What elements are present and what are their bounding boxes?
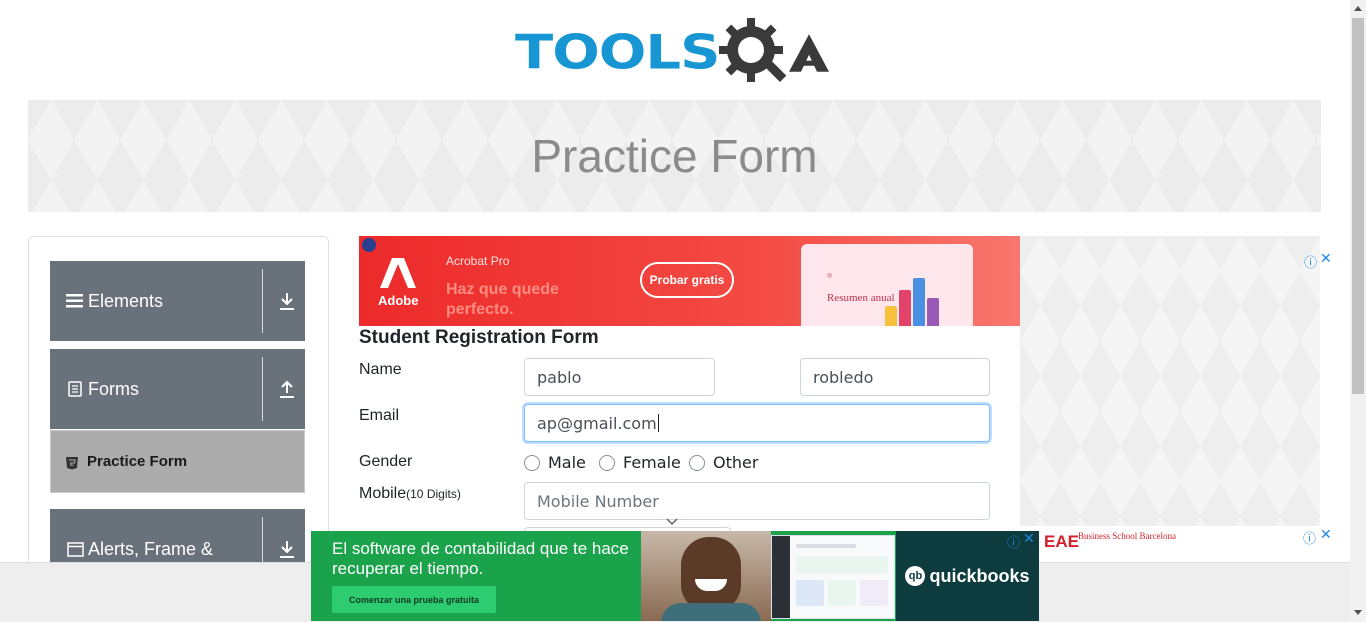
right-ad-slot[interactable] <box>1020 236 1320 526</box>
sidebar-group-label: Elements <box>88 290 164 311</box>
ad-product: Acrobat Pro <box>446 254 510 268</box>
gender-radio-other[interactable]: Other <box>689 453 758 472</box>
page: TOOLS QA Practice Form <box>0 0 1366 622</box>
dashboard-row <box>796 544 856 548</box>
last-name-input[interactable]: robledo <box>800 358 990 396</box>
divider <box>262 269 263 333</box>
mobile-hint: (10 Digits) <box>406 487 461 501</box>
last-name-value: robledo <box>813 367 874 387</box>
gender-label: Gender <box>359 453 413 470</box>
sidebar: Elements Forms Practice Form Alerts, Fra… <box>28 236 329 576</box>
adchoices-icon[interactable]: ⓘ <box>1303 528 1316 547</box>
ad-photo-shirt <box>661 603 761 621</box>
sidebar-item-practice-form[interactable]: Practice Form <box>50 430 305 493</box>
sidebar-group-forms[interactable]: Forms <box>50 349 305 429</box>
gender-radio-male[interactable]: Male <box>524 453 586 472</box>
logo-a-glyph <box>789 34 830 72</box>
close-icon[interactable]: ✕ <box>1320 251 1332 267</box>
toolsqa-logo[interactable]: TOOLS QA <box>515 16 830 90</box>
chart-bar <box>927 298 939 326</box>
quickbooks-ad[interactable]: El software de contabilidad que te hace … <box>311 531 1039 621</box>
html5-icon <box>65 455 79 469</box>
privacy-shield-icon[interactable] <box>362 238 376 252</box>
scrollbar-thumb[interactable] <box>1352 18 1364 394</box>
ad-cta-button[interactable]: Comenzar una prueba gratuita <box>332 586 496 613</box>
adobe-logo: Adobe <box>378 256 418 310</box>
chart-bar <box>899 290 911 326</box>
ad-card: ◎ Resumen anual <box>801 244 973 326</box>
adobe-brand-text: Adobe <box>378 293 419 308</box>
sidebar-group-label: Alerts, Frame & <box>88 538 214 559</box>
sidebar-item-label: Practice Form <box>87 453 188 470</box>
close-icon[interactable]: ✕ <box>1320 527 1332 543</box>
eae-ad[interactable]: EAE Business School Barcelona <box>1040 530 1336 558</box>
sidebar-group-elements[interactable]: Elements <box>50 261 305 341</box>
adchoices-icon[interactable]: ⓘ <box>1007 532 1020 551</box>
email-label: Email <box>359 407 400 424</box>
page-banner: Practice Form <box>28 100 1321 212</box>
first-name-value: pablo <box>537 367 582 387</box>
first-name-input[interactable]: pablo <box>524 358 715 396</box>
gear-magnifier-icon <box>719 18 787 83</box>
eae-subtitle: Business School Barcelona <box>1078 531 1176 541</box>
form-title: Student Registration Form <box>359 327 599 348</box>
mobile-input[interactable]: Mobile Number <box>524 482 990 520</box>
adobe-a-icon <box>380 258 416 288</box>
mobile-placeholder: Mobile Number <box>537 491 659 511</box>
window-icon <box>66 540 84 558</box>
ad-cta-button[interactable]: Probar gratis <box>640 262 734 298</box>
divider <box>262 357 263 421</box>
scroll-down-arrow-icon[interactable] <box>1354 610 1362 615</box>
quickbooks-brand: quickbooks <box>929 565 1030 586</box>
radio-label[interactable]: Female <box>623 453 681 472</box>
text-caret <box>657 414 659 432</box>
document-icon <box>66 380 84 398</box>
chart-bar <box>913 278 925 326</box>
radio-button[interactable] <box>599 454 615 471</box>
download-arrow-icon[interactable] <box>278 539 296 559</box>
chart-bar <box>885 306 897 326</box>
ad-dashboard-image <box>771 535 895 619</box>
radio-label[interactable]: Other <box>713 453 758 472</box>
hamburger-icon <box>66 292 84 310</box>
dashboard-row <box>828 580 856 606</box>
ad-headline: El software de contabilidad que te hace … <box>332 539 629 578</box>
mobile-label: Mobile(10 Digits) <box>359 485 461 503</box>
adobe-ad[interactable]: Adobe Acrobat Pro Haz que quede perfecto… <box>359 236 1020 326</box>
ad-card-title: Resumen anual <box>827 292 895 304</box>
dashboard-row <box>796 580 824 606</box>
mobile-label-text: Mobile <box>359 485 407 502</box>
vertical-scrollbar[interactable] <box>1350 0 1366 622</box>
dashboard-sidebar <box>772 536 790 618</box>
radio-label[interactable]: Male <box>548 453 586 472</box>
download-arrow-icon[interactable] <box>278 291 296 311</box>
sidebar-group-label: Forms <box>88 378 139 399</box>
name-label: Name <box>359 361 402 378</box>
dashboard-row <box>796 556 888 574</box>
radio-button[interactable] <box>689 454 705 471</box>
ad-card-logo: ◎ <box>827 273 833 279</box>
ad-tagline: Haz que quede perfecto. <box>446 281 559 318</box>
logo-qa-text: QA <box>789 33 830 74</box>
quickbooks-icon: qb <box>905 566 926 586</box>
email-input[interactable]: ap@gmail.com <box>524 404 990 442</box>
close-icon[interactable]: ✕ <box>1023 531 1035 547</box>
logo-tools-text: TOOLS <box>515 24 720 81</box>
chevron-down-icon <box>666 518 678 526</box>
gender-radio-female[interactable]: Female <box>599 453 681 472</box>
scroll-up-arrow-icon[interactable] <box>1354 6 1362 11</box>
page-title: Practice Form <box>531 130 818 182</box>
adchoices-icon[interactable]: ⓘ <box>1304 252 1317 271</box>
ad-photo-face <box>681 537 741 611</box>
eae-logo: EAE <box>1044 532 1079 551</box>
dashboard-row <box>860 580 888 606</box>
radio-button[interactable] <box>524 454 540 471</box>
email-value: ap@gmail.com <box>537 413 657 433</box>
upload-arrow-icon[interactable] <box>278 379 296 399</box>
